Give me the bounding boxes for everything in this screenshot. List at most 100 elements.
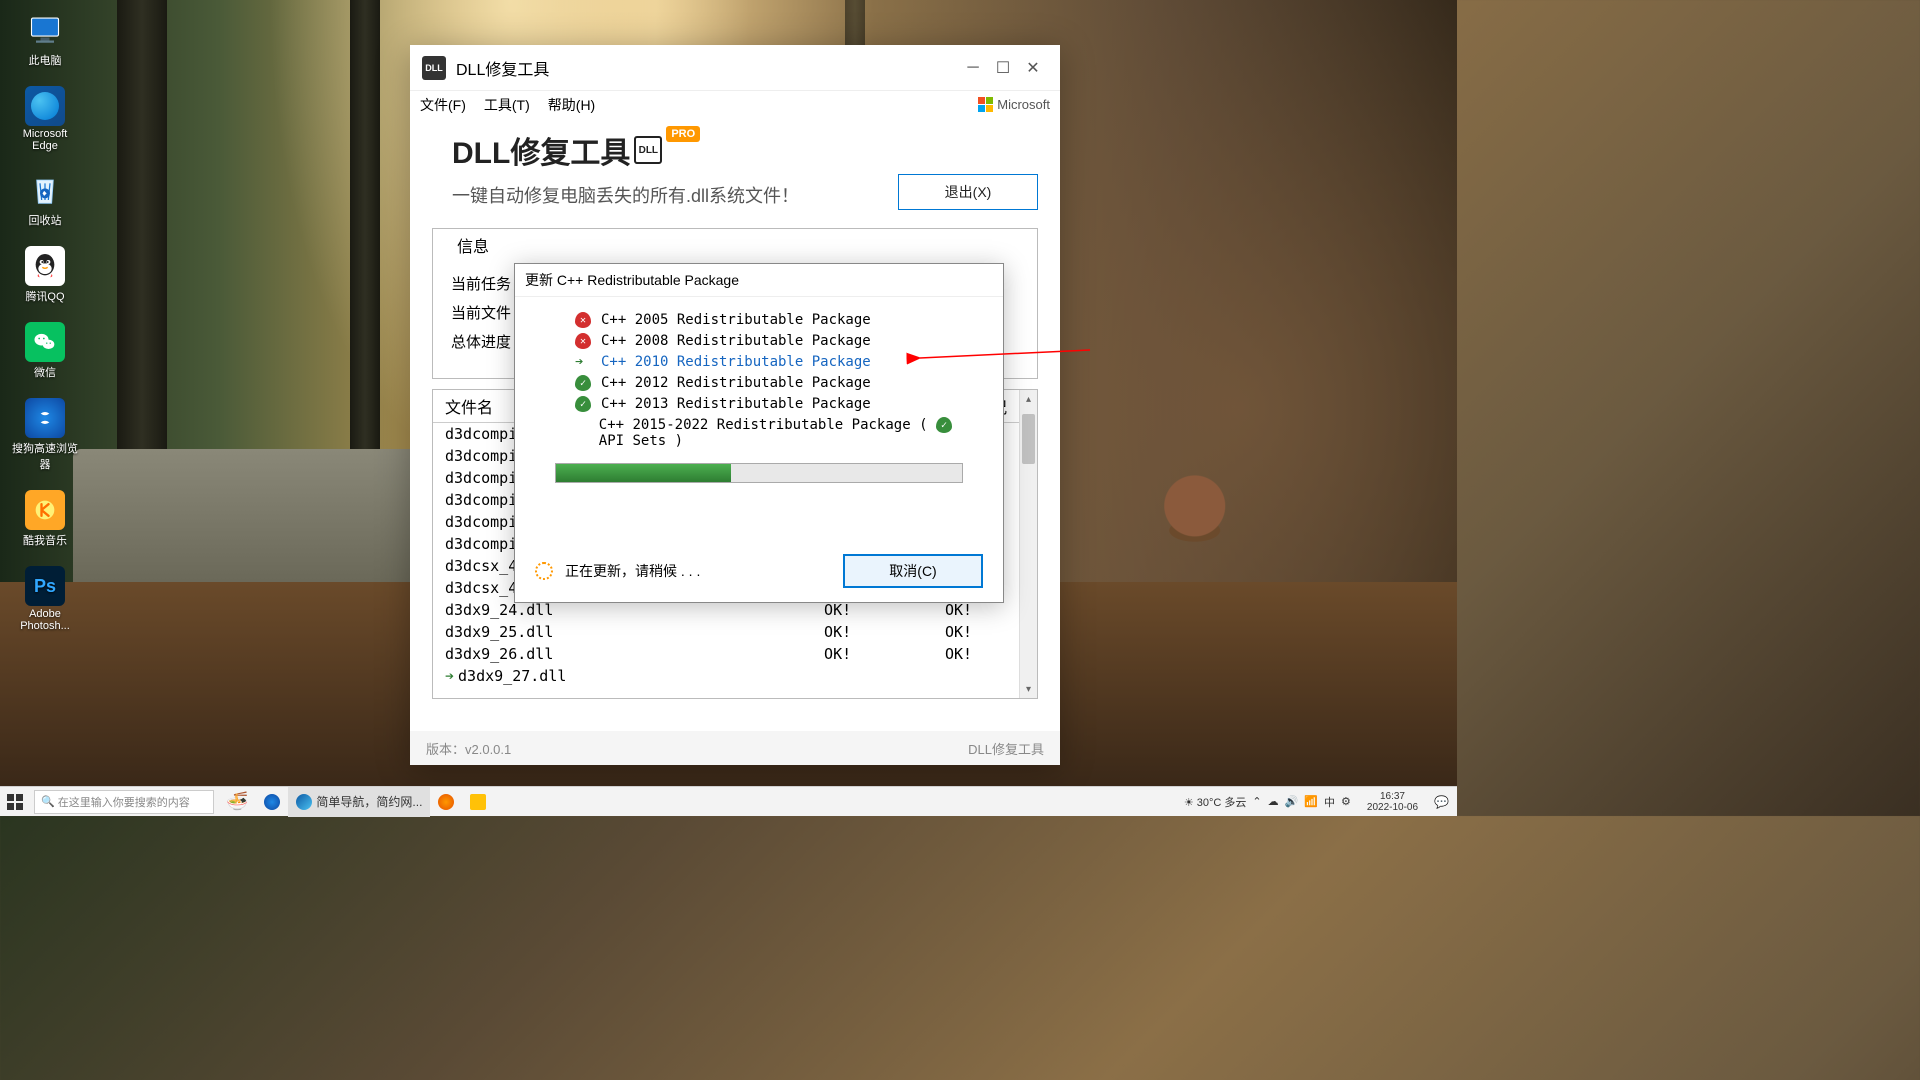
desktop-icon-label: 腾讯QQ (25, 288, 64, 304)
scroll-thumb[interactable] (1022, 414, 1035, 464)
tray-wifi-icon[interactable]: 📶 (1304, 795, 1318, 808)
tray-ime-icon[interactable]: 中 (1324, 794, 1335, 810)
cell-status1: OK! (777, 643, 898, 665)
package-label: C++ 2010 Redistributable Package (601, 354, 871, 370)
tray-chevron-icon[interactable]: ⌃ (1252, 795, 1261, 808)
edge-icon (25, 86, 65, 126)
cell-filename: d3dx9_27.dll (433, 665, 777, 687)
info-legend: 信息 (451, 233, 495, 257)
package-row: ➔ C++ 2010 Redistributable Package (575, 354, 983, 370)
table-row[interactable]: d3dx9_25.dllOK!OK! (433, 621, 1019, 643)
desktop-icon-sogou[interactable]: 搜狗高速浏览器 (10, 398, 80, 472)
weather-widget[interactable]: ☀ 30°C 多云 (1184, 794, 1247, 810)
package-label: C++ 2015-2022 Redistributable Package ( … (599, 417, 983, 449)
desktop-icon-this-pc[interactable]: 此电脑 (10, 10, 80, 68)
cell-filename: d3dx9_26.dll (433, 643, 777, 665)
app-icon: DLL (422, 56, 446, 80)
clock-time: 16:37 (1367, 791, 1418, 802)
microsoft-label: Microsoft (997, 97, 1050, 112)
footer-brand: DLL修复工具 (968, 739, 1044, 758)
menu-tools[interactable]: 工具(T) (484, 95, 530, 115)
shield-error-icon: ✕ (575, 312, 591, 328)
package-row: ✕C++ 2008 Redistributable Package (575, 333, 983, 349)
menu-file[interactable]: 文件(F) (420, 95, 466, 115)
no-icon (575, 425, 589, 441)
status-text: 正在更新，请稍候 . . . (565, 561, 700, 581)
package-row: ✓ C++ 2013 Redistributable Package (575, 396, 983, 412)
microsoft-logo-icon (978, 97, 993, 112)
package-label: C++ 2008 Redistributable Package (601, 333, 871, 349)
tray-volume-icon[interactable]: 🔊 (1285, 795, 1299, 808)
desktop-icon-label: 回收站 (29, 212, 62, 228)
shield-ok-icon: ✓ (575, 396, 591, 412)
app-heading: DLL修复工具DLL PRO (452, 128, 1038, 172)
maximize-button[interactable]: ☐ (988, 53, 1018, 83)
search-placeholder: 在这里输入你要搜索的内容 (58, 794, 190, 810)
recycle-bin-icon (25, 170, 65, 210)
desktop-icon-recycle-bin[interactable]: 回收站 (10, 170, 80, 228)
taskbar-tab-label: 简单导航，简约网... (316, 793, 422, 810)
desktop-icon-photoshop[interactable]: Ps Adobe Photosh... (10, 566, 80, 632)
tray-settings-icon[interactable]: ⚙ (1341, 795, 1351, 808)
package-label: C++ 2013 Redistributable Package (601, 396, 871, 412)
progress-bar (555, 463, 963, 483)
spinner-icon (535, 562, 553, 580)
system-tray[interactable]: ☀ 30°C 多云 ⌃ ☁ 🔊 📶 中 ⚙ (1176, 794, 1359, 810)
menu-bar: 文件(F) 工具(T) 帮助(H) Microsoft (410, 90, 1060, 118)
taskbar-app-sogou[interactable] (256, 787, 288, 817)
microsoft-brand: Microsoft (978, 97, 1050, 112)
cell-status2: OK! (898, 643, 1019, 665)
cancel-button[interactable]: 取消(C) (843, 554, 983, 588)
dialog-body: ✕ C++ 2005 Redistributable Package ✕C++ 20… (515, 297, 1003, 540)
clock-date: 2022-10-06 (1367, 802, 1418, 813)
cell-filename: d3dx9_25.dll (433, 621, 777, 643)
desktop-icon-kugou[interactable]: 酷我音乐 (10, 490, 80, 548)
package-row: ✓C++ 2012 Redistributable Package (575, 375, 983, 391)
scroll-down-button[interactable]: ▾ (1020, 680, 1037, 698)
notifications-button[interactable]: 💬 (1426, 787, 1457, 817)
desktop-icon-edge[interactable]: Microsoft Edge (10, 86, 80, 152)
tray-onedrive-icon[interactable]: ☁ (1268, 795, 1279, 808)
taskbar-app-explorer[interactable] (462, 787, 494, 817)
desktop-icon-label: 微信 (34, 364, 56, 380)
package-label: C++ 2005 Redistributable Package (601, 312, 871, 328)
window-titlebar[interactable]: DLL DLL修复工具 ─ ☐ ✕ (410, 45, 1060, 90)
taskbar-app-generic[interactable]: 🍜 (218, 787, 256, 817)
desktop-icon-qq[interactable]: 腾讯QQ (10, 246, 80, 304)
cell-status2 (898, 665, 1019, 687)
start-button[interactable] (0, 787, 30, 817)
cell-status2: OK! (898, 621, 1019, 643)
pc-icon (25, 10, 65, 50)
wechat-icon (25, 322, 65, 362)
menu-help[interactable]: 帮助(H) (548, 95, 595, 115)
desktop-icon-label: Microsoft Edge (10, 128, 80, 152)
taskbar-app-firefox[interactable] (430, 787, 462, 817)
file-table-scrollbar[interactable]: ▴ ▾ (1019, 390, 1037, 698)
close-button[interactable]: ✕ (1018, 53, 1048, 83)
exit-button[interactable]: 退出(X) (898, 174, 1038, 210)
dialog-title[interactable]: 更新 C++ Redistributable Package (515, 264, 1003, 297)
taskbar-search[interactable]: 🔍 在这里输入你要搜索的内容 (34, 790, 214, 814)
dll-heading-icon: DLL (634, 136, 662, 164)
search-icon: 🔍 (41, 795, 55, 808)
taskbar: 🔍 在这里输入你要搜索的内容 🍜 简单导航，简约网... ☀ 30°C 多云 ⌃… (0, 786, 1457, 816)
table-row[interactable]: d3dx9_26.dllOK!OK! (433, 643, 1019, 665)
package-label: C++ 2012 Redistributable Package (601, 375, 871, 391)
taskbar-clock[interactable]: 16:37 2022-10-06 (1359, 791, 1426, 813)
desktop-icon-label: 搜狗高速浏览器 (10, 440, 80, 472)
cell-status1 (777, 665, 898, 687)
desktop-icon-label: Adobe Photosh... (10, 608, 80, 632)
taskbar-app-edge[interactable]: 简单导航，简约网... (288, 787, 430, 817)
arrow-right-icon: ➔ (575, 354, 591, 370)
table-row[interactable]: d3dx9_27.dll (433, 665, 1019, 687)
scroll-up-button[interactable]: ▴ (1020, 390, 1037, 408)
desktop-icon-label: 此电脑 (29, 52, 62, 68)
progress-fill (556, 464, 731, 482)
version-label: 版本：v2.0.0.1 (426, 739, 511, 758)
qq-icon (25, 246, 65, 286)
package-row: ✕ C++ 2005 Redistributable Package (575, 312, 983, 328)
shield-ok-icon: ✓ (936, 417, 952, 433)
desktop-icon-wechat[interactable]: 微信 (10, 322, 80, 380)
minimize-button[interactable]: ─ (958, 53, 988, 83)
cell-status1: OK! (777, 621, 898, 643)
